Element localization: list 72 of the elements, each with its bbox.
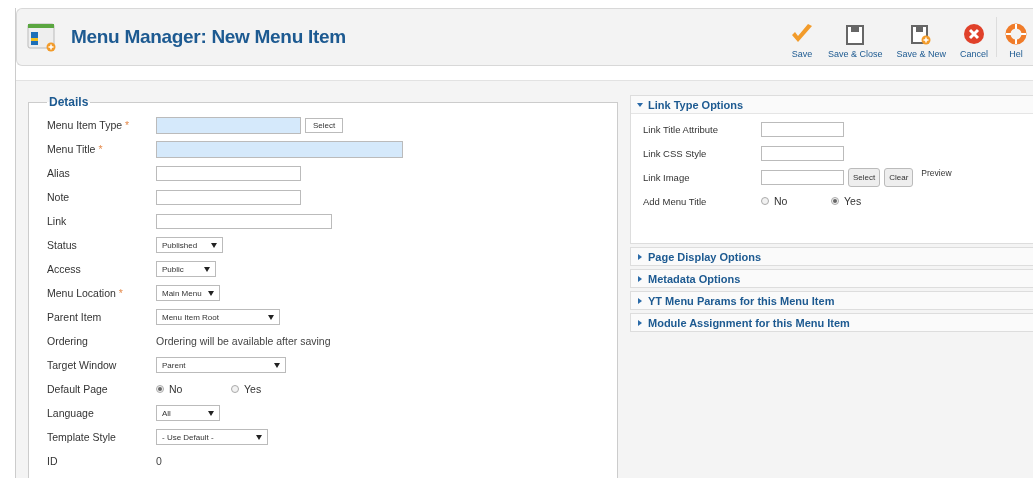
caret-down-icon xyxy=(637,101,643,108)
field-label: Add Menu Title xyxy=(643,195,708,207)
dropdown-caret-icon xyxy=(268,314,274,320)
dropdown[interactable]: - Use Default - xyxy=(156,429,268,445)
radio-option[interactable]: No xyxy=(761,195,831,207)
dropdown[interactable]: Parent xyxy=(156,357,286,373)
dropdown-caret-icon xyxy=(208,410,214,416)
select-button[interactable]: Select xyxy=(305,117,344,133)
save-new-button[interactable]: Save & New xyxy=(890,19,952,65)
text-field[interactable] xyxy=(761,145,844,161)
caret-right-icon xyxy=(637,297,643,304)
field-label: Link CSS Style xyxy=(643,147,708,159)
floppy-disk-plus-icon xyxy=(911,25,932,45)
field-label: Menu Item Type * xyxy=(47,119,131,131)
field-label: Menu Title * xyxy=(47,143,104,155)
field-label: Language xyxy=(47,407,95,419)
close-icon xyxy=(963,23,985,45)
select-button[interactable]: Select xyxy=(848,167,881,187)
accordion-header[interactable]: Page Display Options xyxy=(631,248,1033,265)
accordion-header[interactable]: Link Type Options xyxy=(631,96,1033,114)
field-value: Ordering will be available after saving xyxy=(156,335,331,347)
section-title: Details xyxy=(48,95,90,109)
accordion-header[interactable]: YT Menu Params for this Menu Item xyxy=(631,292,1033,309)
dropdown-caret-icon xyxy=(204,266,210,272)
field-label: Ordering xyxy=(47,335,89,347)
field-label: Access xyxy=(47,263,82,275)
cancel-button[interactable]: Cancel xyxy=(954,17,994,65)
clear-button[interactable]: Clear xyxy=(884,167,914,187)
dropdown[interactable]: Menu Item Root xyxy=(156,309,280,325)
help-button[interactable]: Hel xyxy=(999,17,1033,65)
dropdown-caret-icon xyxy=(256,434,262,440)
text-field[interactable] xyxy=(156,116,301,134)
text-field[interactable] xyxy=(761,169,844,185)
field-label: Parent Item xyxy=(47,311,103,323)
preview-label: Preview xyxy=(921,168,952,178)
dropdown-caret-icon xyxy=(208,290,214,296)
dropdown[interactable]: Published xyxy=(156,237,223,253)
radio-option[interactable]: Yes xyxy=(231,383,306,395)
menu-manager-icon xyxy=(27,22,57,52)
text-field[interactable] xyxy=(761,121,844,137)
dropdown[interactable]: Main Menu xyxy=(156,285,220,301)
radio-option[interactable]: No xyxy=(156,383,231,395)
dropdown-caret-icon xyxy=(274,362,280,368)
field-label: Alias xyxy=(47,167,71,179)
text-field[interactable] xyxy=(156,140,403,158)
accordion-header[interactable]: Metadata Options xyxy=(631,270,1033,287)
page-title: Menu Manager: New Menu Item xyxy=(71,26,346,48)
dropdown[interactable]: Public xyxy=(156,261,216,277)
field-label: Template Style xyxy=(47,431,117,443)
field-label: Target Window xyxy=(47,359,118,371)
caret-right-icon xyxy=(637,319,643,326)
accordion-header[interactable]: Module Assignment for this Menu Item xyxy=(631,314,1033,331)
field-label: Status xyxy=(47,239,78,251)
field-label: Link Image xyxy=(643,171,691,183)
caret-right-icon xyxy=(637,275,643,282)
radio-option[interactable]: Yes xyxy=(831,195,901,207)
text-field[interactable] xyxy=(156,165,301,181)
field-label: Menu Location * xyxy=(47,287,124,299)
field-value: 0 xyxy=(156,455,162,467)
field-label: Note xyxy=(47,191,71,203)
text-field[interactable] xyxy=(156,213,332,229)
field-label: Link Title Attribute xyxy=(643,123,719,135)
save-close-button[interactable]: Save & Close xyxy=(821,19,889,65)
dropdown[interactable]: All xyxy=(156,405,220,421)
field-label: Default Page xyxy=(47,383,109,395)
lifebuoy-icon xyxy=(1005,23,1027,45)
field-label: Link xyxy=(47,215,68,227)
dropdown-caret-icon xyxy=(211,242,217,248)
caret-right-icon xyxy=(637,253,643,260)
field-label: ID xyxy=(47,455,59,467)
text-field[interactable] xyxy=(156,189,301,205)
save-button[interactable]: Save xyxy=(783,17,820,65)
